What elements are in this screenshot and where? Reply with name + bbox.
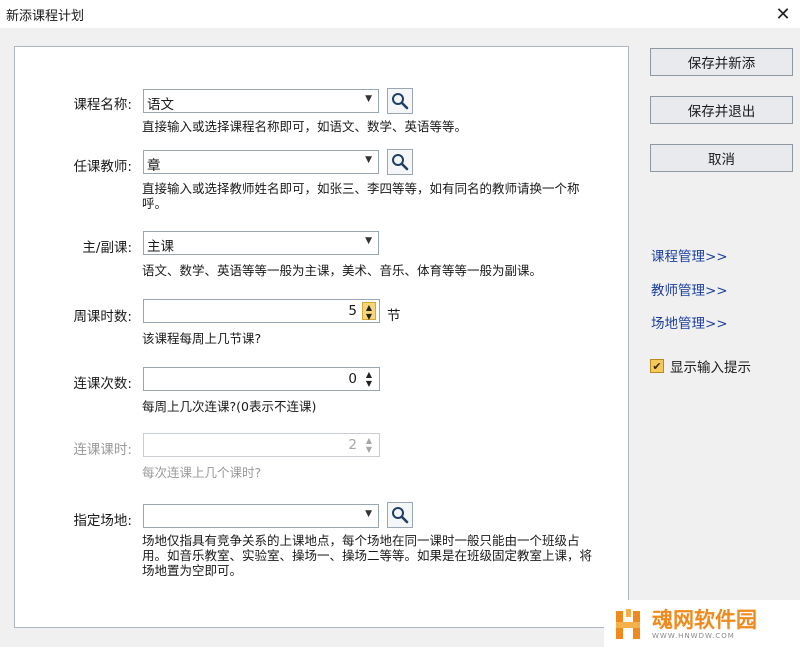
course-name-combo[interactable]: 语文 ▼ xyxy=(143,89,379,113)
venue-search-button[interactable] xyxy=(387,502,413,528)
venue-label: 指定场地: xyxy=(73,513,132,529)
show-hint-label: 显示输入提示 xyxy=(670,360,751,376)
spin-updown-icon[interactable]: ▲ ▼ xyxy=(362,370,376,388)
consecutive-hours-label: 连课课时: xyxy=(73,442,132,458)
consecutive-count-label: 连课次数: xyxy=(73,376,132,392)
weekly-hours-value: 5 xyxy=(348,303,357,319)
window-title: 新添课程计划 xyxy=(6,9,85,24)
chevron-down-icon: ▼ xyxy=(365,236,372,246)
search-icon xyxy=(392,507,409,524)
save-and-new-button[interactable]: 保存并新添 xyxy=(650,48,793,76)
title-bar: 新添课程计划 ✕ xyxy=(0,0,800,28)
watermark: 魂网软件园 WWW.HNWDW.COM xyxy=(604,600,800,647)
main-sub-hint: 语文、数学、英语等等一般为主课，美术、音乐、体育等等一般为副课。 xyxy=(142,263,543,278)
teacher-search-button[interactable] xyxy=(387,149,413,175)
checkmark-icon[interactable]: ✔ xyxy=(650,359,664,373)
course-name-label: 课程名称: xyxy=(73,97,132,113)
save-and-exit-button[interactable]: 保存并退出 xyxy=(650,96,793,124)
main-sub-select[interactable]: 主课 ▼ xyxy=(143,231,379,255)
weekly-hours-spinner[interactable]: 5 ▲ ▼ xyxy=(143,299,380,323)
watermark-name: 魂网软件园 xyxy=(652,607,757,632)
spin-updown-icon[interactable]: ▲ ▼ xyxy=(362,302,376,321)
consecutive-hours-value: 2 xyxy=(348,437,357,453)
teacher-hint: 直接输入或选择教师姓名即可，如张三、李四等等，如有同名的教师请换一个称呼。 xyxy=(142,181,580,211)
chevron-down-icon: ▼ xyxy=(365,155,372,165)
weekly-hours-label: 周课时数: xyxy=(73,309,132,325)
main-sub-label: 主/副课: xyxy=(82,240,132,256)
consecutive-hours-spinner: 2 ▲ ▼ xyxy=(143,433,380,457)
watermark-url: WWW.HNWDW.COM xyxy=(652,631,735,640)
venue-manage-link[interactable]: 场地管理>> xyxy=(651,312,728,332)
course-manage-link[interactable]: 课程管理>> xyxy=(651,245,728,265)
course-search-button[interactable] xyxy=(387,88,413,114)
watermark-logo xyxy=(614,607,644,641)
main-sub-value: 主课 xyxy=(147,239,174,255)
teacher-label: 任课教师: xyxy=(73,159,132,175)
chevron-down-icon: ▼ xyxy=(365,94,372,104)
venue-hint: 场地仅指具有竞争关系的上课地点，每个场地在同一课时一般只能由一个班级占用。如音乐… xyxy=(142,533,593,578)
weekly-hours-hint: 该课程每周上几节课? xyxy=(142,331,262,346)
search-icon xyxy=(392,93,409,110)
venue-combo[interactable]: ▼ xyxy=(143,504,379,528)
cancel-button[interactable]: 取消 xyxy=(650,144,793,172)
chevron-down-icon: ▼ xyxy=(365,509,372,519)
consecutive-count-value: 0 xyxy=(348,371,357,387)
consecutive-count-hint: 每周上几次连课?(0表示不连课) xyxy=(142,399,317,414)
consecutive-hours-hint: 每次连课上几个课时? xyxy=(142,465,262,480)
teacher-combo[interactable]: 章 ▼ xyxy=(143,150,379,174)
teacher-manage-link[interactable]: 教师管理>> xyxy=(651,279,728,299)
search-icon xyxy=(392,154,409,171)
weekly-hours-unit: 节 xyxy=(387,308,401,324)
consecutive-count-spinner[interactable]: 0 ▲ ▼ xyxy=(143,367,380,391)
spin-updown-icon: ▲ ▼ xyxy=(365,436,373,454)
course-name-value: 语文 xyxy=(147,97,174,113)
close-icon[interactable]: ✕ xyxy=(770,2,796,26)
course-name-hint: 直接输入或选择课程名称即可，如语文、数学、英语等等。 xyxy=(142,119,468,134)
teacher-value: 章 xyxy=(147,158,161,174)
show-hint-checkbox[interactable]: ✔ 显示输入提示 xyxy=(650,356,751,376)
